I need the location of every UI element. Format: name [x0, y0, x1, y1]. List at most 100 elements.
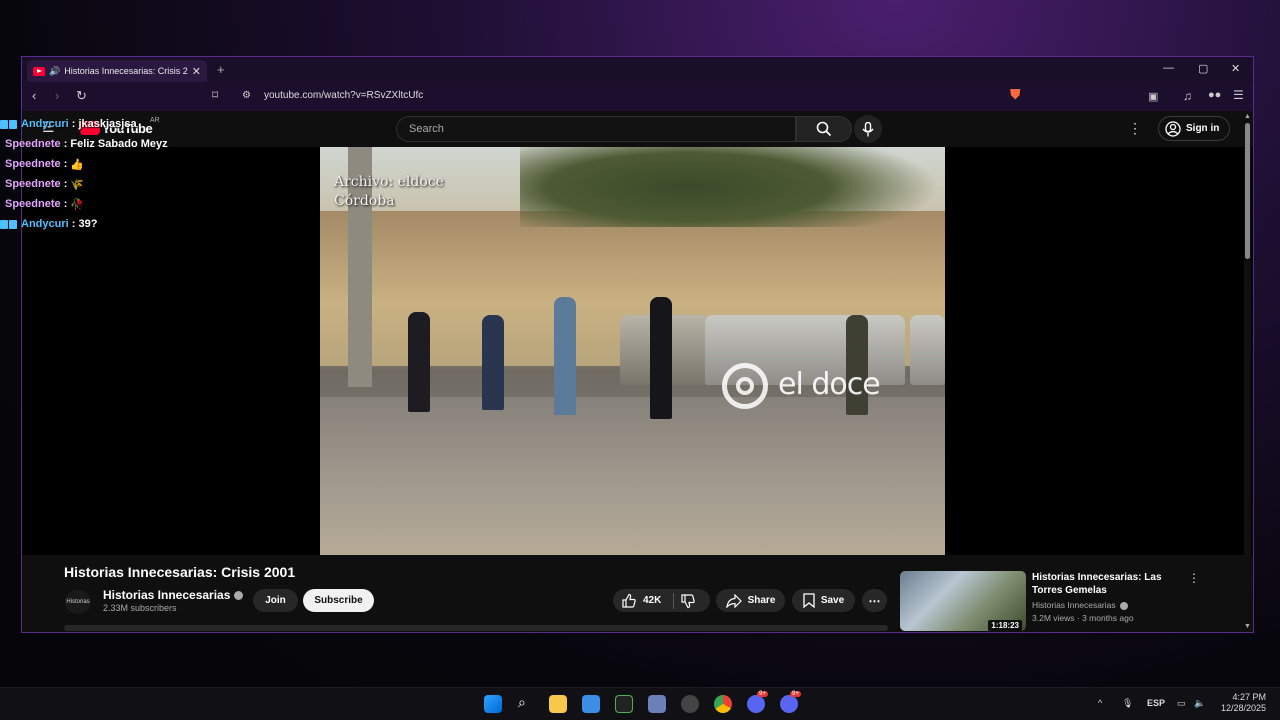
- terminal-icon[interactable]: [615, 695, 633, 713]
- like-icon[interactable]: [621, 593, 637, 609]
- close-tab-icon[interactable]: ✕: [192, 65, 201, 78]
- discord-icon[interactable]: [747, 695, 765, 713]
- video-figure-1: [408, 312, 430, 412]
- chat-message: Speednete : 🌾: [0, 174, 250, 194]
- discord-ptb-icon[interactable]: [780, 695, 798, 713]
- tray-mic-icon[interactable]: 🎙: [1122, 698, 1133, 709]
- reload-icon[interactable]: ↻: [76, 88, 87, 104]
- app-icon[interactable]: [648, 695, 666, 713]
- scrollbar-thumb[interactable]: [1245, 123, 1250, 259]
- menu-icon[interactable]: ☰: [1233, 88, 1244, 102]
- search-button[interactable]: [796, 116, 852, 142]
- video-car-3: [910, 315, 945, 385]
- forward-icon[interactable]: ›: [55, 88, 59, 103]
- chat-text: 👍: [70, 158, 85, 171]
- wallet-icon[interactable]: ●●: [1208, 89, 1221, 101]
- tab-active[interactable]: 🔊 Historias Innecesarias: Crisis 2 ✕: [27, 60, 207, 82]
- store-icon[interactable]: [582, 695, 600, 713]
- sign-in-button[interactable]: Sign in: [1158, 116, 1230, 141]
- share-icon: [725, 593, 742, 608]
- chat-separator: :: [68, 118, 79, 130]
- channel-name-text[interactable]: Historias Innecesarias: [103, 588, 230, 602]
- bookmark-save-icon: [803, 593, 815, 608]
- chat-text: jkaskjasjsa: [78, 118, 137, 130]
- site-settings-icon[interactable]: ⚙: [242, 90, 251, 101]
- video-road: [320, 397, 945, 556]
- like-count[interactable]: 42K: [643, 595, 661, 606]
- settings-kebab-icon[interactable]: ⋮: [1128, 120, 1142, 137]
- chat-username: Andycuri: [21, 118, 69, 130]
- bookmark-icon[interactable]: ⌑: [212, 88, 218, 102]
- chat-separator: :: [60, 138, 71, 150]
- network-icon[interactable]: ▭: [1177, 698, 1186, 709]
- subscribe-button[interactable]: Subscribe: [303, 589, 374, 612]
- like-dislike-group: 42K: [613, 589, 710, 612]
- brave-shield-icon[interactable]: ⛊: [1010, 86, 1021, 103]
- subscriber-count: 2.33M subscribers: [103, 603, 177, 613]
- back-icon[interactable]: ‹: [32, 88, 36, 103]
- recommended-channel[interactable]: Historias Innecesarias: [1032, 600, 1128, 610]
- video-title: Historias Innecesarias: Crisis 2001: [64, 564, 296, 580]
- chat-text: 🌾: [70, 178, 85, 191]
- chat-separator: :: [68, 218, 79, 230]
- recommended-title[interactable]: Historias Innecesarias: Las Torres Gemel…: [1032, 571, 1172, 597]
- join-button[interactable]: Join: [253, 589, 298, 612]
- sign-in-label: Sign in: [1186, 123, 1220, 134]
- tab-title: Historias Innecesarias: Crisis 2: [64, 66, 188, 76]
- more-actions-button[interactable]: ⋯: [862, 589, 887, 612]
- discord-badge: 9+: [757, 691, 768, 697]
- video-info: Historias Innecesarias: Crisis 2001 Hist…: [22, 555, 1253, 632]
- close-window-icon[interactable]: ✕: [1231, 62, 1240, 75]
- video-figure-2: [482, 315, 504, 410]
- recommended-channel-text[interactable]: Historias Innecesarias: [1032, 600, 1116, 610]
- music-icon[interactable]: ♫: [1183, 89, 1192, 103]
- chat-text: Feliz Sabado Meyz: [70, 138, 168, 150]
- recommended-thumbnail[interactable]: 1:18:23: [900, 571, 1026, 631]
- file-explorer-icon[interactable]: [549, 695, 567, 713]
- youtube-favicon-icon: [33, 66, 45, 76]
- video-tree: [520, 147, 940, 227]
- scroll-down-icon[interactable]: ▼: [1244, 623, 1251, 630]
- url-field[interactable]: youtube.com/watch?v=RSvZXltcUfc: [264, 90, 423, 101]
- save-button[interactable]: Save: [792, 589, 855, 612]
- search-input[interactable]: Search: [409, 123, 444, 135]
- taskbar-search-icon[interactable]: ⌕: [518, 694, 526, 711]
- chat-text: 🥀: [70, 198, 85, 211]
- video-archive-line-2: Córdoba: [334, 193, 395, 209]
- start-windows-icon[interactable]: [484, 695, 502, 713]
- sidebar-icon[interactable]: ▣: [1148, 90, 1158, 103]
- audio-icon[interactable]: 🔊: [49, 66, 60, 77]
- video-figure-4: [650, 297, 672, 419]
- stream-chat-overlay: Andycuri : jkaskjasjsa Speednete : Feliz …: [0, 114, 250, 234]
- search-box[interactable]: Search: [396, 116, 796, 142]
- share-label: Share: [747, 595, 776, 606]
- chrome-icon[interactable]: [714, 695, 732, 713]
- scroll-up-icon[interactable]: ▲: [1244, 113, 1251, 120]
- steam-icon[interactable]: [681, 695, 699, 713]
- recommended-video[interactable]: 1:18:23 Historias Innecesarias: Las Torr…: [900, 571, 1200, 631]
- maximize-icon[interactable]: ▢: [1198, 62, 1208, 75]
- page-scrollbar[interactable]: ▲ ▼: [1244, 113, 1251, 630]
- clock-date: 12/28/2025: [1220, 703, 1266, 713]
- tray-chevron-icon[interactable]: ^: [1098, 698, 1102, 708]
- voice-search-button[interactable]: [854, 115, 882, 143]
- new-tab-button[interactable]: +: [217, 62, 225, 77]
- chat-badge-icon: [9, 219, 17, 229]
- chat-username: Speednete: [5, 158, 61, 170]
- chat-separator: :: [60, 158, 71, 170]
- video-frame[interactable]: Archivo: eldoce Córdoba el doce: [320, 147, 945, 556]
- channel-name[interactable]: Historias Innecesarias: [103, 588, 244, 602]
- dislike-icon[interactable]: [680, 593, 696, 609]
- recommended-menu-icon[interactable]: ⋮: [1188, 571, 1200, 585]
- microphone-icon: [862, 121, 874, 136]
- video-archive-caption: Archivo: eldoce Córdoba: [334, 173, 444, 211]
- channel-avatar[interactable]: Historias: [65, 590, 91, 614]
- language-indicator[interactable]: ESP: [1147, 698, 1165, 708]
- chat-badge-icon: [0, 119, 8, 129]
- system-clock[interactable]: 4:27 PM 12/28/2025: [1221, 692, 1266, 714]
- share-button[interactable]: Share: [716, 589, 785, 612]
- clock-time: 4:27 PM: [1232, 692, 1266, 702]
- chat-separator: :: [60, 178, 71, 190]
- minimize-icon[interactable]: —: [1163, 62, 1174, 74]
- volume-icon[interactable]: 🔈: [1194, 698, 1205, 709]
